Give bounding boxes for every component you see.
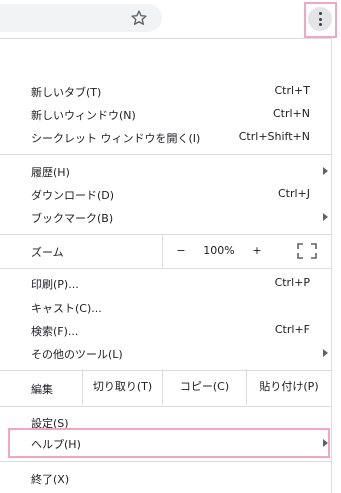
zoom-out-button[interactable]: − — [169, 241, 193, 261]
submenu-arrow-icon — [323, 167, 328, 175]
menu-item-shortcut: Ctrl+T — [274, 84, 310, 97]
zoom-in-button[interactable]: + — [245, 241, 269, 261]
submenu-arrow-icon — [323, 213, 328, 221]
menu-separator — [0, 406, 331, 407]
menu-item-new-tab[interactable]: 新しいタブ(T) Ctrl+T — [0, 80, 331, 103]
menu-item-shortcut: Ctrl+F — [274, 323, 310, 336]
menu-item-help[interactable]: ヘルプ(H) — [0, 432, 331, 455]
zoom-level: 100% — [203, 244, 235, 257]
menu-item-label: 新しいタブ(T) — [31, 86, 102, 99]
menu-item-shortcut: Ctrl+J — [277, 187, 310, 200]
menu-separator — [0, 461, 331, 462]
edit-row: 編集 切り取り(T) コピー(C) 貼り付け(P) — [0, 369, 331, 405]
menu-item-shortcut: Ctrl+P — [274, 276, 310, 289]
menu-item-label: キャスト(C)... — [31, 302, 102, 315]
menu-item-cast[interactable]: キャスト(C)... — [0, 296, 331, 319]
zoom-label: ズーム — [31, 246, 64, 259]
menu-item-exit[interactable]: 終了(X) — [0, 467, 331, 490]
menu-item-label: ヘルプ(H) — [31, 438, 81, 451]
fullscreen-icon[interactable] — [293, 241, 321, 261]
menu-separator — [0, 268, 331, 269]
zoom-controls: − 100% + — [162, 234, 331, 267]
menu-item-settings[interactable]: 設定(S) — [0, 411, 331, 434]
edit-label: 編集 — [31, 383, 53, 396]
menu-item-shortcut: Ctrl+Shift+N — [238, 130, 310, 143]
copy-button[interactable]: コピー(C) — [162, 369, 246, 405]
menu-item-label: 終了(X) — [31, 473, 70, 486]
menu-item-label: 印刷(P)... — [31, 278, 79, 291]
menu-item-label: 履歴(H) — [31, 166, 70, 179]
menu-item-print[interactable]: 印刷(P)... Ctrl+P — [0, 272, 331, 295]
menu-item-label: ブックマーク(B) — [31, 212, 114, 225]
paste-button[interactable]: 貼り付け(P) — [246, 369, 331, 405]
cut-button[interactable]: 切り取り(T) — [82, 369, 162, 405]
menu-item-label: シークレット ウィンドウを開く(I) — [31, 132, 201, 145]
menu-item-downloads[interactable]: ダウンロード(D) Ctrl+J — [0, 183, 331, 206]
star-outline-icon[interactable] — [130, 9, 148, 27]
menu-item-shortcut: Ctrl+N — [272, 107, 310, 120]
menu-item-history[interactable]: 履歴(H) — [0, 160, 331, 183]
menu-item-label: 検索(F)... — [31, 325, 79, 338]
menu-item-incognito[interactable]: シークレット ウィンドウを開く(I) Ctrl+Shift+N — [0, 126, 331, 149]
browser-toolbar — [0, 0, 341, 38]
menu-item-bookmarks[interactable]: ブックマーク(B) — [0, 206, 331, 229]
menu-item-more-tools[interactable]: その他のツール(L) — [0, 342, 331, 365]
menu-item-new-window[interactable]: 新しいウィンドウ(N) Ctrl+N — [0, 103, 331, 126]
menu-item-label: その他のツール(L) — [31, 348, 123, 361]
menu-button-highlight — [304, 2, 337, 38]
menu-item-label: 設定(S) — [31, 417, 69, 430]
menu-item-label: 新しいウィンドウ(N) — [31, 109, 136, 122]
page-scrollbar-strip — [331, 38, 341, 493]
submenu-arrow-icon — [323, 349, 328, 357]
menu-item-find[interactable]: 検索(F)... Ctrl+F — [0, 319, 331, 342]
submenu-arrow-icon — [323, 439, 328, 447]
menu-item-label: ダウンロード(D) — [31, 189, 115, 202]
menu-separator — [0, 154, 331, 155]
zoom-row: ズーム − 100% + — [0, 234, 331, 267]
